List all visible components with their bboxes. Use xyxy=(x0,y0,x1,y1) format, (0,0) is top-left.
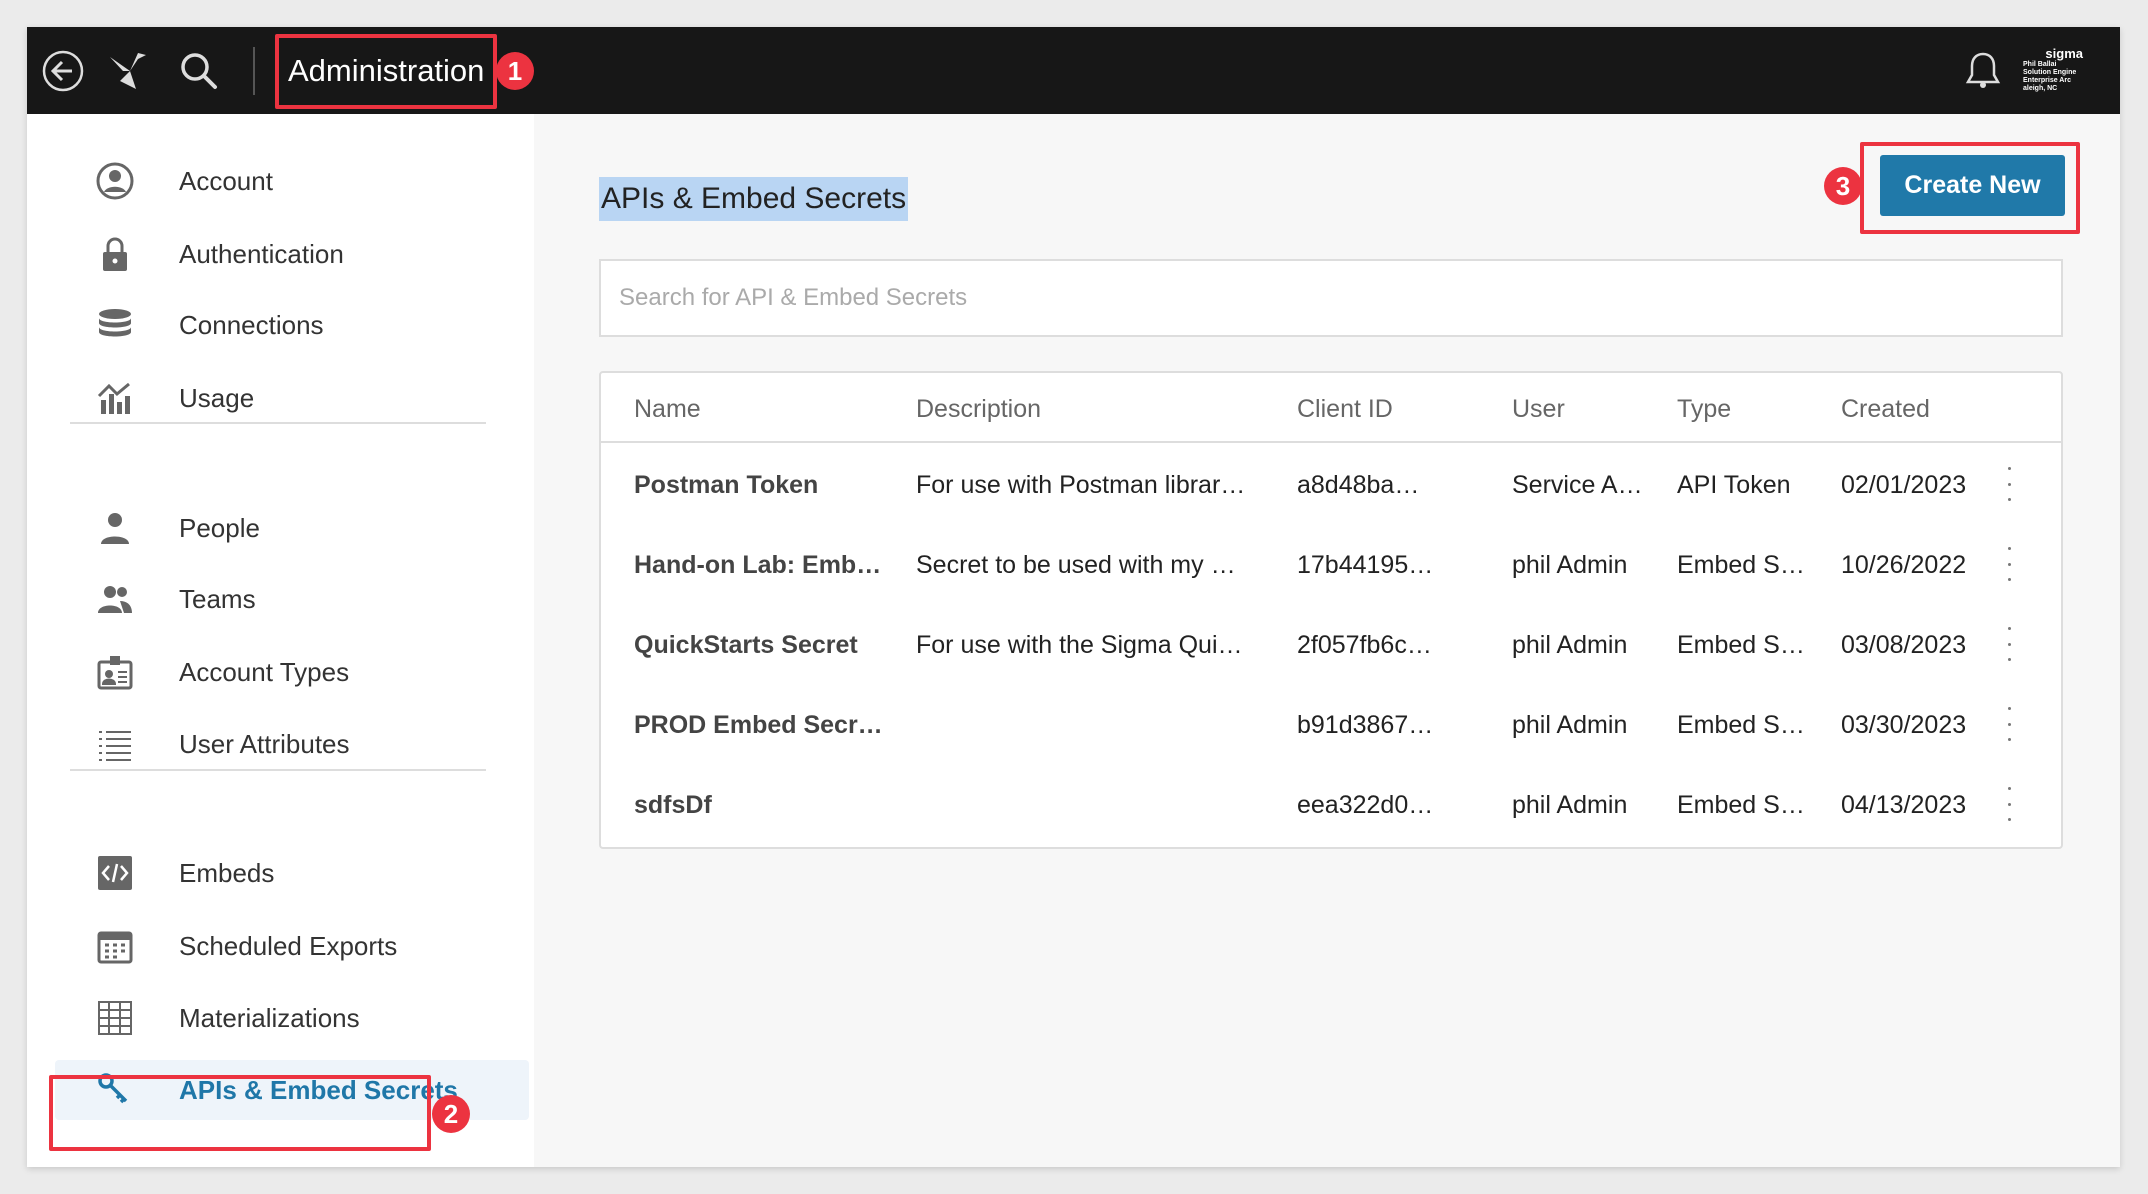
column-header-client-id[interactable]: Client ID xyxy=(1297,395,1393,424)
annotation-badge-1: 1 xyxy=(496,52,534,90)
id-badge-icon xyxy=(93,650,137,694)
annotation-box-3 xyxy=(1860,142,2080,234)
table-row[interactable]: QuickStarts Secret For use with the Sigma… xyxy=(601,605,2061,685)
sidebar-item-label: Materializations xyxy=(179,1002,360,1033)
cell-created: 04/13/2023 xyxy=(1841,791,1967,819)
sidebar-item-label: Account Types xyxy=(179,656,350,687)
cell-user: Service A… xyxy=(1512,471,1643,499)
cell-description: For use with Postman librar… xyxy=(916,471,1246,499)
cell-name: Hand-on Lab: Emb… xyxy=(634,551,882,579)
calendar-icon xyxy=(93,924,137,968)
sidebar-item-label: User Attributes xyxy=(179,728,350,759)
sidebar-item-label: People xyxy=(179,512,260,543)
sidebar-item-label: Embeds xyxy=(179,857,275,888)
sidebar-item-account[interactable]: Account xyxy=(55,151,529,211)
kebab-menu-icon[interactable] xyxy=(2005,547,2013,581)
sidebar-item-connections[interactable]: Connections xyxy=(55,295,529,355)
cell-client-id: eea322d0… xyxy=(1297,791,1434,819)
team-icon xyxy=(93,577,137,621)
cell-description: Secret to be used with my … xyxy=(916,551,1236,579)
sidebar-item-teams[interactable]: Teams xyxy=(55,569,529,629)
table-row[interactable]: PROD Embed Secr… b91d3867… phil Admin Embed… xyxy=(601,685,2061,765)
cell-name: Postman Token xyxy=(634,471,819,499)
app-window: Administration sigma Phil Ballai Solutio… xyxy=(27,27,2120,1167)
divider xyxy=(70,422,486,424)
sidebar-item-label: Account xyxy=(179,165,273,196)
sidebar-item-embeds[interactable]: Embeds xyxy=(55,843,529,903)
cell-description: For use with the Sigma Qui… xyxy=(916,631,1243,659)
sidebar-item-authentication[interactable]: Authentication xyxy=(55,224,529,284)
kebab-menu-icon[interactable] xyxy=(2005,787,2013,821)
cell-type: API Token xyxy=(1677,471,1791,499)
cell-user: phil Admin xyxy=(1512,631,1628,659)
column-header-type[interactable]: Type xyxy=(1677,395,1731,424)
cell-created: 10/26/2022 xyxy=(1841,551,1967,579)
annotation-box-2 xyxy=(49,1075,431,1151)
lock-icon xyxy=(93,232,137,276)
kebab-menu-icon[interactable] xyxy=(2005,707,2013,741)
table-row[interactable]: Postman Token For use with Postman librar… xyxy=(601,445,2061,525)
cell-client-id: 2f057fb6c… xyxy=(1297,631,1432,659)
cell-client-id: b91d3867… xyxy=(1297,711,1434,739)
annotation-badge-2: 2 xyxy=(432,1095,470,1133)
cell-user: phil Admin xyxy=(1512,551,1628,579)
cell-name: QuickStarts Secret xyxy=(634,631,858,659)
cell-user: phil Admin xyxy=(1512,711,1628,739)
sidebar-item-label: Usage xyxy=(179,382,255,413)
page-title: APIs & Embed Secrets xyxy=(599,177,909,221)
column-header-user[interactable]: User xyxy=(1512,395,1565,424)
search-icon[interactable] xyxy=(177,49,221,93)
annotation-badge-3: 3 xyxy=(1824,167,1862,205)
cell-created: 03/30/2023 xyxy=(1841,711,1967,739)
cell-type: Embed S… xyxy=(1677,631,1805,659)
sidebar-item-people[interactable]: People xyxy=(55,498,529,558)
sidebar: Account Authentication Connections Usage Peo… xyxy=(27,114,534,1167)
code-icon xyxy=(93,851,137,895)
cell-client-id: 17b44195… xyxy=(1297,551,1434,579)
annotation-box-1 xyxy=(275,34,497,109)
sidebar-item-label: Connections xyxy=(179,309,324,340)
sidebar-item-account-types[interactable]: Account Types xyxy=(55,642,529,702)
sidebar-item-user-attributes[interactable]: User Attributes xyxy=(55,714,529,774)
cell-user: phil Admin xyxy=(1512,791,1628,819)
kebab-menu-icon[interactable] xyxy=(2005,627,2013,661)
cell-name: sdfsDf xyxy=(634,791,712,819)
back-arrow-icon[interactable] xyxy=(41,49,85,93)
cell-type: Embed S… xyxy=(1677,551,1805,579)
column-header-name[interactable]: Name xyxy=(634,395,701,424)
table-header: Name Description Client ID User Type Created xyxy=(601,373,2061,443)
cell-name: PROD Embed Secr… xyxy=(634,711,883,739)
sidebar-item-materializations[interactable]: Materializations xyxy=(55,988,529,1048)
cell-created: 03/08/2023 xyxy=(1841,631,1967,659)
cell-type: Embed S… xyxy=(1677,711,1805,739)
divider xyxy=(253,47,255,95)
sidebar-item-usage[interactable]: Usage xyxy=(55,368,529,428)
cell-client-id: a8d48ba… xyxy=(1297,471,1420,499)
column-header-description[interactable]: Description xyxy=(916,395,1041,424)
grid-table-icon xyxy=(93,996,137,1040)
table-row[interactable]: Hand-on Lab: Emb… Secret to be used with … xyxy=(601,525,2061,605)
sidebar-item-scheduled-exports[interactable]: Scheduled Exports xyxy=(55,916,529,976)
search-input[interactable] xyxy=(599,259,2063,337)
secrets-table: Name Description Client ID User Type Created … xyxy=(599,371,2063,849)
database-icon xyxy=(93,303,137,347)
sidebar-item-label: Authentication xyxy=(179,238,344,269)
sigma-logo-icon[interactable] xyxy=(107,49,151,93)
cell-type: Embed S… xyxy=(1677,791,1805,819)
avatar[interactable]: sigma Phil Ballai Solution Engine Enterp… xyxy=(2023,47,2083,97)
table-row[interactable]: sdfsDf eea322d0… phil Admin Embed S… 04/13/2… xyxy=(601,765,2061,845)
list-icon xyxy=(93,722,137,766)
usage-chart-icon xyxy=(93,376,137,420)
sidebar-item-label: Teams xyxy=(179,583,256,614)
divider xyxy=(70,769,486,771)
bell-icon[interactable] xyxy=(1961,49,2005,93)
kebab-menu-icon[interactable] xyxy=(2005,467,2013,501)
sidebar-item-label: Scheduled Exports xyxy=(179,930,398,961)
user-circle-icon xyxy=(93,159,137,203)
person-icon xyxy=(93,506,137,550)
column-header-created[interactable]: Created xyxy=(1841,395,1930,424)
cell-created: 02/01/2023 xyxy=(1841,471,1967,499)
